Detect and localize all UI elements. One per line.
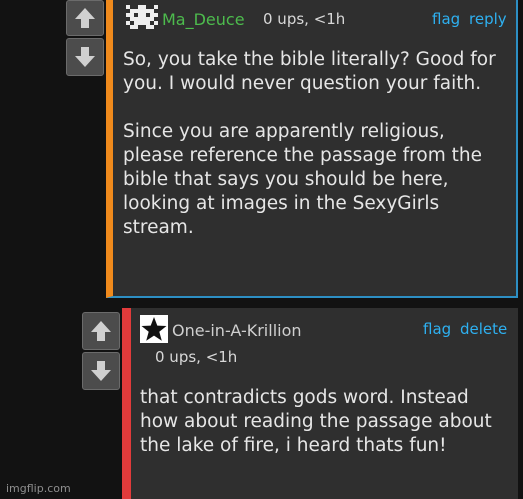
downvote-button[interactable]	[66, 38, 104, 76]
comment-body: that contradicts gods word. Instead how …	[140, 386, 510, 458]
pixel-avatar-icon[interactable]	[126, 4, 158, 34]
comment-meta: 0 ups, <1h	[155, 348, 238, 366]
upvote-button[interactable]	[82, 312, 120, 350]
arrow-down-icon	[91, 361, 111, 381]
comment2-vote-controls	[82, 312, 120, 390]
arrow-up-icon	[75, 8, 95, 28]
username-link[interactable]: One-in-A-Krillion	[172, 321, 302, 340]
comment1-vote-controls	[66, 0, 104, 76]
flag-link[interactable]: flag	[423, 320, 451, 338]
comment-paragraph: Since you are apparently religious, plea…	[123, 121, 482, 238]
reply-link[interactable]: reply	[469, 10, 507, 28]
comment-body: So, you take the bible literally? Good f…	[123, 48, 509, 240]
comment-meta: 0 ups, <1h	[263, 10, 346, 28]
flag-link[interactable]: flag	[432, 10, 460, 28]
arrow-up-icon	[91, 321, 111, 341]
comment-one-in-a-krillion: One-in-A-Krillion flag delete 0 ups, <1h…	[122, 308, 518, 499]
downvote-button[interactable]	[82, 352, 120, 390]
comment-ma-deuce: Ma_Deuce 0 ups, <1h flag reply So, you t…	[106, 0, 518, 298]
comment-paragraph: So, you take the bible literally? Good f…	[123, 49, 496, 94]
arrow-down-icon	[75, 47, 95, 67]
watermark: imgflip.com	[6, 482, 71, 495]
delete-link[interactable]: delete	[460, 320, 507, 338]
upvote-button[interactable]	[66, 0, 104, 36]
comment-paragraph: that contradicts gods word. Instead how …	[140, 387, 492, 456]
username-link[interactable]: Ma_Deuce	[162, 10, 245, 29]
star-icon[interactable]	[140, 315, 168, 343]
